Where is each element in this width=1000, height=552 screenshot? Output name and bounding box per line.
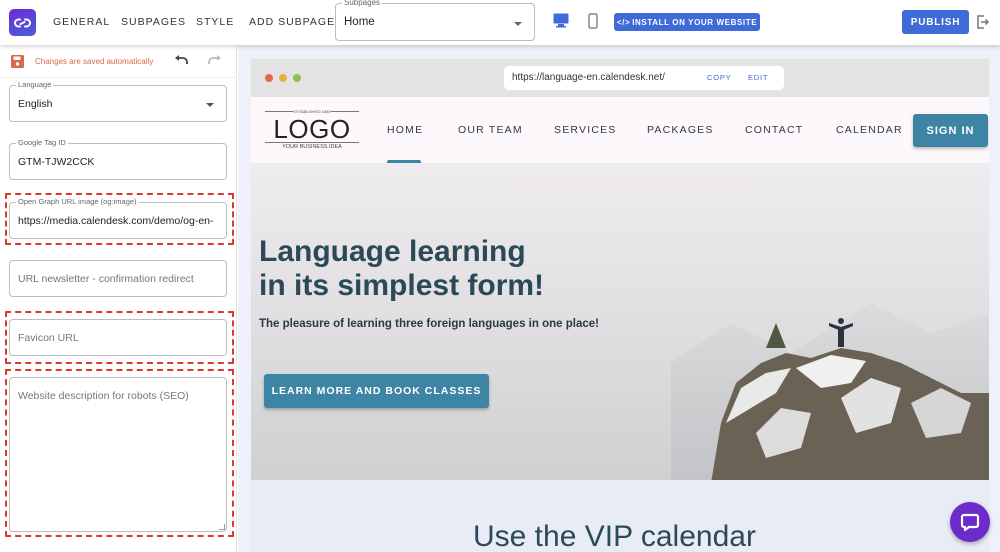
edit-url-button[interactable]: EDIT: [748, 73, 768, 82]
nav-subpages[interactable]: SUBPAGES: [121, 16, 186, 28]
vip-calendar-title: Use the VIP calendar: [473, 520, 756, 552]
menu-our-team[interactable]: OUR TEAM: [458, 124, 523, 136]
mobile-icon[interactable]: [588, 13, 598, 34]
top-bar: GENERAL SUBPAGES STYLE ADD SUBPAGE Subpa…: [0, 0, 1000, 45]
copy-url-button[interactable]: COPY: [707, 73, 731, 82]
logo-text: LOGO: [273, 114, 351, 144]
seo-description-textarea[interactable]: Website description for robots (SEO): [9, 377, 227, 532]
language-select[interactable]: Language English: [9, 80, 227, 122]
og-image-url-label: Open Graph URL image (og:image): [16, 197, 139, 206]
site-logo[interactable]: ESTABLISHED 1889 LOGO YOUR BUSINESS IDEA: [265, 109, 359, 151]
publish-button[interactable]: PUBLISH: [902, 10, 969, 34]
save-status-bar: Changes are saved automatically: [0, 45, 237, 78]
subpage-select[interactable]: Subpages Home: [335, 0, 535, 41]
google-tag-id-value[interactable]: GTM-TJW2CCK: [18, 156, 223, 168]
sign-in-button[interactable]: SIGN IN: [913, 114, 988, 147]
undo-icon[interactable]: [174, 54, 189, 72]
browser-toolbar: https://language-en.calendesk.net/ COPY …: [251, 59, 989, 97]
install-on-website-button[interactable]: </> INSTALL ON YOUR WEBSITE: [614, 13, 760, 31]
chat-widget-button[interactable]: [950, 502, 990, 542]
url-bar: https://language-en.calendesk.net/ COPY …: [504, 66, 784, 90]
favicon-url-field[interactable]: Favicon URL: [9, 319, 227, 356]
browser-preview: https://language-en.calendesk.net/ COPY …: [251, 59, 989, 552]
menu-calendar[interactable]: CALENDAR: [836, 124, 903, 136]
menu-packages[interactable]: PACKAGES: [647, 124, 714, 136]
save-icon: [11, 55, 24, 73]
logo-tagline: YOUR BUSINESS IDEA: [282, 144, 342, 150]
window-close-dot: [265, 74, 273, 82]
chevron-down-icon: [206, 103, 214, 107]
learn-more-button[interactable]: LEARN MORE AND BOOK CLASSES: [264, 374, 489, 408]
newsletter-redirect-url-field[interactable]: URL newsletter - confirmation redirect: [9, 260, 227, 297]
preview-url: https://language-en.calendesk.net/: [512, 72, 665, 83]
hero-section: Language learning in its simplest form! …: [251, 163, 989, 480]
google-tag-id-field[interactable]: Google Tag ID GTM-TJW2CCK: [9, 138, 227, 180]
chat-icon: [960, 513, 980, 532]
nav-add-subpage[interactable]: ADD SUBPAGE: [249, 16, 335, 28]
language-value: English: [18, 98, 53, 110]
resize-handle[interactable]: [219, 524, 225, 530]
logout-icon[interactable]: [976, 14, 990, 35]
desktop-icon[interactable]: [553, 13, 569, 33]
hero-title: Language learning in its simplest form!: [259, 235, 544, 303]
google-tag-id-label: Google Tag ID: [16, 138, 68, 147]
install-button-label: INSTALL ON YOUR WEBSITE: [632, 17, 758, 27]
redo-icon[interactable]: [207, 54, 222, 72]
hero-subtitle: The pleasure of learning three foreign l…: [259, 318, 599, 330]
seo-description-placeholder: Website description for robots (SEO): [18, 390, 189, 402]
window-minimize-dot: [279, 74, 287, 82]
hero-title-line-1: Language learning: [259, 235, 526, 268]
app-logo[interactable]: [9, 9, 36, 36]
nav-general[interactable]: GENERAL: [53, 16, 110, 28]
site-header: ESTABLISHED 1889 LOGO YOUR BUSINESS IDEA…: [251, 97, 989, 164]
og-image-url-field[interactable]: Open Graph URL image (og:image) https://…: [9, 197, 227, 239]
vip-calendar-section: Use the VIP calendar: [251, 480, 989, 552]
og-image-url-value[interactable]: https://media.calendesk.com/demo/og-en-: [18, 215, 223, 227]
menu-home[interactable]: HOME: [387, 124, 423, 136]
hero-mountain-image: [671, 303, 989, 480]
hero-title-line-2: in its simplest form!: [259, 269, 545, 302]
chevron-down-icon: [514, 22, 522, 26]
language-label: Language: [16, 80, 54, 89]
newsletter-redirect-placeholder: URL newsletter - confirmation redirect: [18, 273, 194, 285]
subpage-select-label: Subpages: [342, 0, 383, 7]
link-logo-icon: [14, 18, 31, 27]
settings-panel: Changes are saved automatically Language…: [0, 45, 237, 552]
menu-contact[interactable]: CONTACT: [745, 124, 803, 136]
nav-style[interactable]: STYLE: [196, 16, 234, 28]
menu-services[interactable]: SERVICES: [554, 124, 617, 136]
window-maximize-dot: [293, 74, 301, 82]
save-status-text: Changes are saved automatically: [35, 57, 154, 66]
code-icon: </>: [616, 17, 631, 27]
favicon-url-placeholder: Favicon URL: [18, 332, 79, 344]
subpage-select-value: Home: [344, 16, 375, 28]
